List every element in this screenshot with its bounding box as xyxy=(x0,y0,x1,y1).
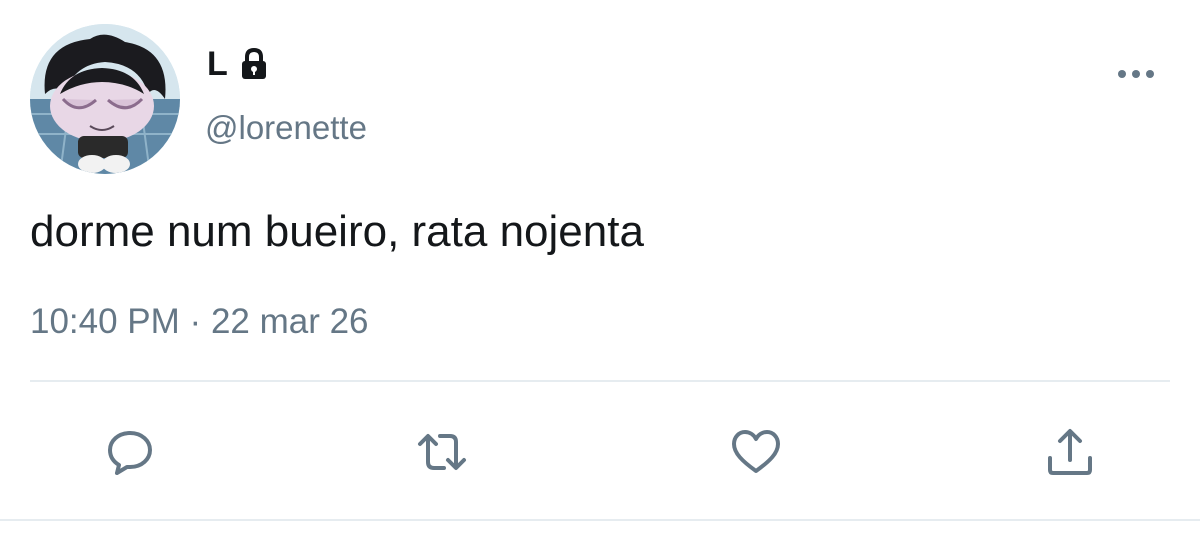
username-handle[interactable]: @lorenette xyxy=(205,108,367,148)
more-horizontal-icon xyxy=(1118,70,1154,78)
reply-button[interactable] xyxy=(98,420,162,484)
divider xyxy=(30,380,1170,382)
tweet-date: 22 mar 26 xyxy=(210,302,369,341)
meta-separator: · xyxy=(189,302,202,341)
tweet-timestamp[interactable]: 10:40 PM · 22 mar 26 xyxy=(30,300,369,344)
heart-icon xyxy=(732,430,780,473)
divider xyxy=(0,519,1200,521)
reply-icon xyxy=(108,431,152,475)
display-name[interactable]: L xyxy=(207,44,228,84)
tweet-time: 10:40 PM xyxy=(30,302,180,341)
avatar[interactable] xyxy=(30,24,180,174)
share-button[interactable] xyxy=(1038,420,1102,484)
display-name-row: L xyxy=(207,44,272,84)
more-options-button[interactable] xyxy=(1112,56,1164,92)
retweet-icon xyxy=(418,434,466,470)
tweet-card: L @lorenette dorme num bueiro, rata noje… xyxy=(0,0,1200,539)
retweet-button[interactable] xyxy=(410,420,474,484)
avatar-image xyxy=(30,24,180,174)
lock-icon xyxy=(236,46,272,82)
action-bar xyxy=(0,420,1200,484)
tweet-text: dorme num bueiro, rata nojenta xyxy=(30,207,644,256)
like-button[interactable] xyxy=(724,420,788,484)
share-icon xyxy=(1048,429,1092,475)
